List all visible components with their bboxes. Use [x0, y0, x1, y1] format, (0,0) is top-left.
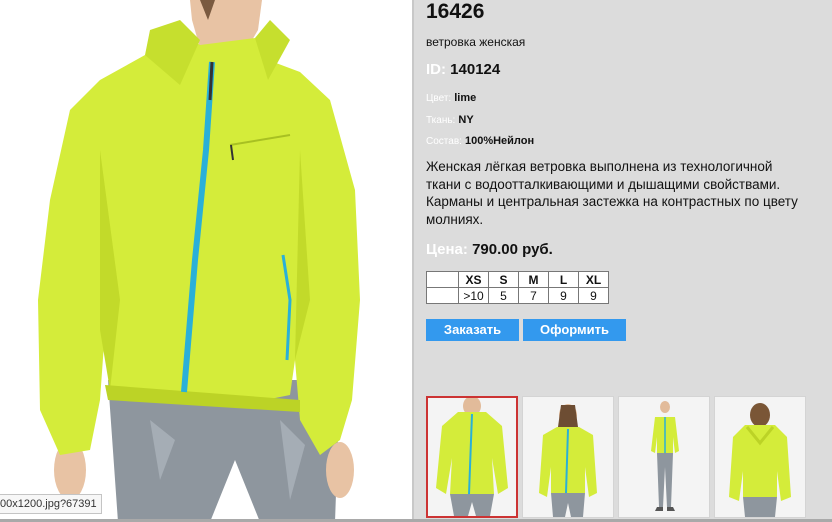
size-header-cell: XS — [458, 271, 489, 288]
color-label: Цвет: — [426, 93, 452, 104]
product-description: Женская лёгкая ветровка выполнена из тех… — [426, 159, 798, 227]
size-stock-cell: >10 — [458, 287, 489, 304]
size-header-cell — [426, 271, 459, 288]
size-table: XS S M L XL >10 5 7 9 9 — [426, 271, 609, 304]
jacket-photo-image — [0, 0, 412, 522]
size-header-cell: S — [488, 271, 519, 288]
thumbnail-front-half[interactable] — [522, 396, 614, 518]
checkout-button[interactable]: Оформить — [523, 319, 626, 341]
fabric-label: Ткань: — [426, 115, 456, 126]
product-code: 16426 — [426, 0, 485, 23]
size-stock-cell: 5 — [488, 287, 519, 304]
product-id-value: 140124 — [450, 61, 501, 78]
product-id: ID: 140124 — [426, 61, 500, 78]
size-stock-cell — [426, 287, 459, 304]
price-value: 790.00 руб. — [472, 241, 553, 258]
size-header-row: XS S M L XL — [426, 271, 609, 288]
color-value: lime — [454, 92, 477, 104]
product-subtitle: ветровка женская — [426, 35, 526, 49]
price-label: Цена: — [426, 241, 468, 258]
composition-label: Состав: — [426, 136, 462, 147]
product-id-label: ID: — [426, 61, 446, 78]
composition-value: 100%Нейлон — [464, 135, 535, 147]
size-stock-cell: 9 — [548, 287, 579, 304]
column-divider — [412, 0, 414, 522]
thumbnail-image — [715, 397, 805, 517]
thumbnail-image — [619, 397, 709, 517]
color-row: Цвет: lime — [426, 92, 476, 104]
fabric-row: Ткань: NY — [426, 114, 474, 126]
price-row: Цена: 790.00 руб. — [426, 241, 553, 258]
size-header-cell: L — [548, 271, 579, 288]
thumbnail-image — [428, 398, 516, 516]
main-product-photo[interactable] — [0, 0, 412, 522]
size-header-cell: XL — [578, 271, 609, 288]
thumbnail-image — [523, 397, 613, 517]
thumbnail-back-view[interactable] — [714, 396, 806, 518]
size-stock-cell: 9 — [578, 287, 609, 304]
thumbnail-front-closeup[interactable] — [426, 396, 518, 518]
order-button[interactable]: Заказать — [426, 319, 519, 341]
status-bar-url: 00x1200.jpg?67391 — [0, 494, 102, 514]
size-header-cell: M — [518, 271, 549, 288]
composition-row: Состав: 100%Нейлон — [426, 135, 534, 147]
size-stock-row: >10 5 7 9 9 — [426, 287, 609, 304]
size-stock-cell: 7 — [518, 287, 549, 304]
thumbnail-full-body[interactable] — [618, 396, 710, 518]
fabric-value: NY — [458, 114, 474, 126]
